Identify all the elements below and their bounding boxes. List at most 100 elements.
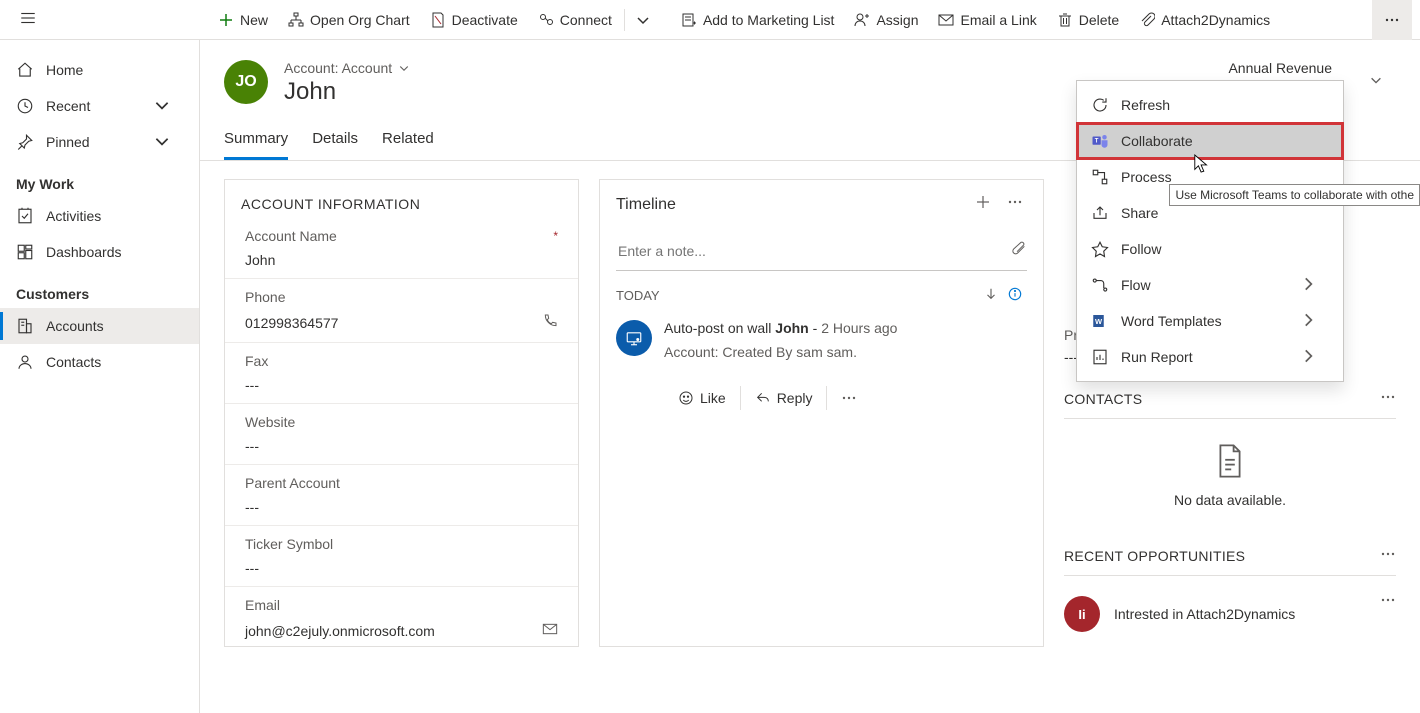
field-label: Website — [245, 414, 295, 430]
field-label: Ticker Symbol — [245, 536, 333, 552]
dashboards-icon — [16, 243, 34, 261]
overflow-word-templates[interactable]: W Word Templates — [1077, 303, 1343, 339]
nav-pinned[interactable]: Pinned — [0, 124, 199, 160]
note-text-input[interactable] — [616, 242, 1011, 260]
info-icon[interactable] — [1003, 287, 1027, 304]
field-email[interactable]: Email john@c2ejuly.onmicrosoft.com — [225, 586, 578, 646]
overflow-run-report[interactable]: Run Report — [1077, 339, 1343, 375]
nav-contacts-label: Contacts — [46, 354, 101, 370]
nav-recent[interactable]: Recent — [0, 88, 199, 124]
nav-accounts[interactable]: Accounts — [0, 308, 199, 344]
overflow-follow[interactable]: Follow — [1077, 231, 1343, 267]
chevron-down-icon — [1369, 73, 1383, 87]
hamburger-icon[interactable] — [8, 9, 48, 30]
post-more-button[interactable] — [826, 386, 871, 410]
nav-home[interactable]: Home — [0, 52, 199, 88]
document-icon — [1215, 443, 1245, 479]
timeline-add-button[interactable] — [967, 194, 999, 215]
empty-text: No data available. — [1064, 492, 1396, 508]
opportunity-item[interactable]: Ii Intrested in Attach2Dynamics — [1064, 586, 1396, 642]
email-a-link-button[interactable]: Email a Link — [928, 0, 1046, 40]
assign-button[interactable]: Assign — [844, 0, 928, 40]
post-avatar-icon — [616, 320, 652, 356]
reply-button[interactable]: Reply — [740, 386, 827, 410]
post-name: John — [775, 320, 808, 336]
overflow-flow[interactable]: Flow — [1077, 267, 1343, 303]
account-information-title: ACCOUNT INFORMATION — [225, 180, 578, 222]
post-sep: - — [809, 320, 821, 336]
ellipsis-icon — [841, 390, 857, 406]
record-avatar: JO — [224, 60, 268, 104]
overflow-refresh[interactable]: Refresh — [1077, 87, 1343, 123]
paperclip-icon — [1139, 12, 1155, 28]
contacts-more-button[interactable] — [1380, 389, 1396, 408]
field-account-name[interactable]: Account Name* John — [225, 222, 578, 274]
overflow-collaborate[interactable]: T Collaborate — [1077, 123, 1343, 159]
field-label: Phone — [245, 289, 285, 305]
connect-button[interactable]: Connect — [528, 0, 622, 40]
add-to-marketing-list-label: Add to Marketing List — [703, 12, 835, 28]
opportunity-avatar: Ii — [1064, 596, 1100, 632]
note-input[interactable] — [616, 231, 1027, 271]
report-icon — [1091, 348, 1109, 366]
recent-opportunities-header: RECENT OPPORTUNITIES — [1064, 532, 1396, 576]
field-website[interactable]: Website --- — [225, 403, 578, 460]
ellipsis-icon — [1384, 12, 1400, 28]
header-expand-button[interactable] — [1356, 60, 1396, 100]
svg-text:T: T — [1095, 139, 1099, 145]
field-fax[interactable]: Fax --- — [225, 342, 578, 399]
assign-label: Assign — [876, 12, 918, 28]
deactivate-icon — [430, 12, 446, 28]
header-field-label: Annual Revenue — [1228, 60, 1332, 76]
chevron-right-icon — [1299, 311, 1329, 332]
deactivate-button[interactable]: Deactivate — [420, 0, 528, 40]
email-a-link-label: Email a Link — [960, 12, 1036, 28]
record-title: John — [284, 78, 410, 106]
sort-down-icon[interactable] — [979, 287, 1003, 304]
timeline-more-button[interactable] — [999, 194, 1031, 215]
timeline-card: Timeline TODAY — [599, 179, 1044, 647]
field-phone[interactable]: Phone 012998364577 — [225, 278, 578, 338]
nav-dashboards[interactable]: Dashboards — [0, 234, 199, 270]
process-icon — [1091, 168, 1109, 186]
contacts-empty-state: No data available. — [1064, 429, 1396, 532]
left-navigation: Home Recent Pinned My Work Activities Da… — [0, 40, 200, 713]
svg-text:W: W — [1095, 317, 1103, 326]
tab-related[interactable]: Related — [382, 130, 434, 160]
new-button[interactable]: New — [208, 0, 278, 40]
breadcrumb[interactable]: Account: Account — [284, 60, 410, 76]
overflow-word-templates-label: Word Templates — [1121, 313, 1222, 329]
plus-icon — [218, 12, 234, 28]
collaborate-tooltip: Use Microsoft Teams to collaborate with … — [1169, 184, 1420, 206]
tab-summary[interactable]: Summary — [224, 130, 288, 160]
recent-opportunities-more-button[interactable] — [1380, 546, 1396, 565]
word-icon: W — [1091, 312, 1109, 330]
opportunity-more-button[interactable] — [1380, 592, 1396, 611]
command-overflow-button[interactable] — [1372, 0, 1412, 40]
field-ticker-symbol[interactable]: Ticker Symbol --- — [225, 525, 578, 582]
recent-opportunities-title: RECENT OPPORTUNITIES — [1064, 548, 1245, 564]
nav-group-my-work: My Work — [0, 160, 199, 198]
delete-button[interactable]: Delete — [1047, 0, 1129, 40]
reply-icon — [755, 390, 771, 406]
teams-icon: T — [1091, 132, 1109, 150]
phone-icon[interactable] — [542, 313, 558, 332]
field-parent-account[interactable]: Parent Account --- — [225, 464, 578, 521]
add-to-marketing-list-button[interactable]: Add to Marketing List — [671, 0, 845, 40]
clock-icon — [16, 97, 34, 115]
nav-contacts[interactable]: Contacts — [0, 344, 199, 380]
open-org-chart-button[interactable]: Open Org Chart — [278, 0, 420, 40]
overflow-flow-label: Flow — [1121, 277, 1151, 293]
mail-icon[interactable] — [542, 621, 558, 640]
command-overflow-menu: Refresh T Collaborate Process Share — [1076, 80, 1344, 382]
delete-label: Delete — [1079, 12, 1119, 28]
attach2dynamics-button[interactable]: Attach2Dynamics — [1129, 0, 1280, 40]
connect-split-button[interactable] — [627, 0, 665, 40]
marketing-list-icon — [681, 12, 697, 28]
activities-icon — [16, 207, 34, 225]
attach-file-icon[interactable] — [1011, 241, 1027, 260]
tab-details[interactable]: Details — [312, 130, 358, 160]
nav-activities[interactable]: Activities — [0, 198, 199, 234]
field-label: Email — [245, 597, 280, 613]
like-button[interactable]: Like — [664, 386, 740, 410]
